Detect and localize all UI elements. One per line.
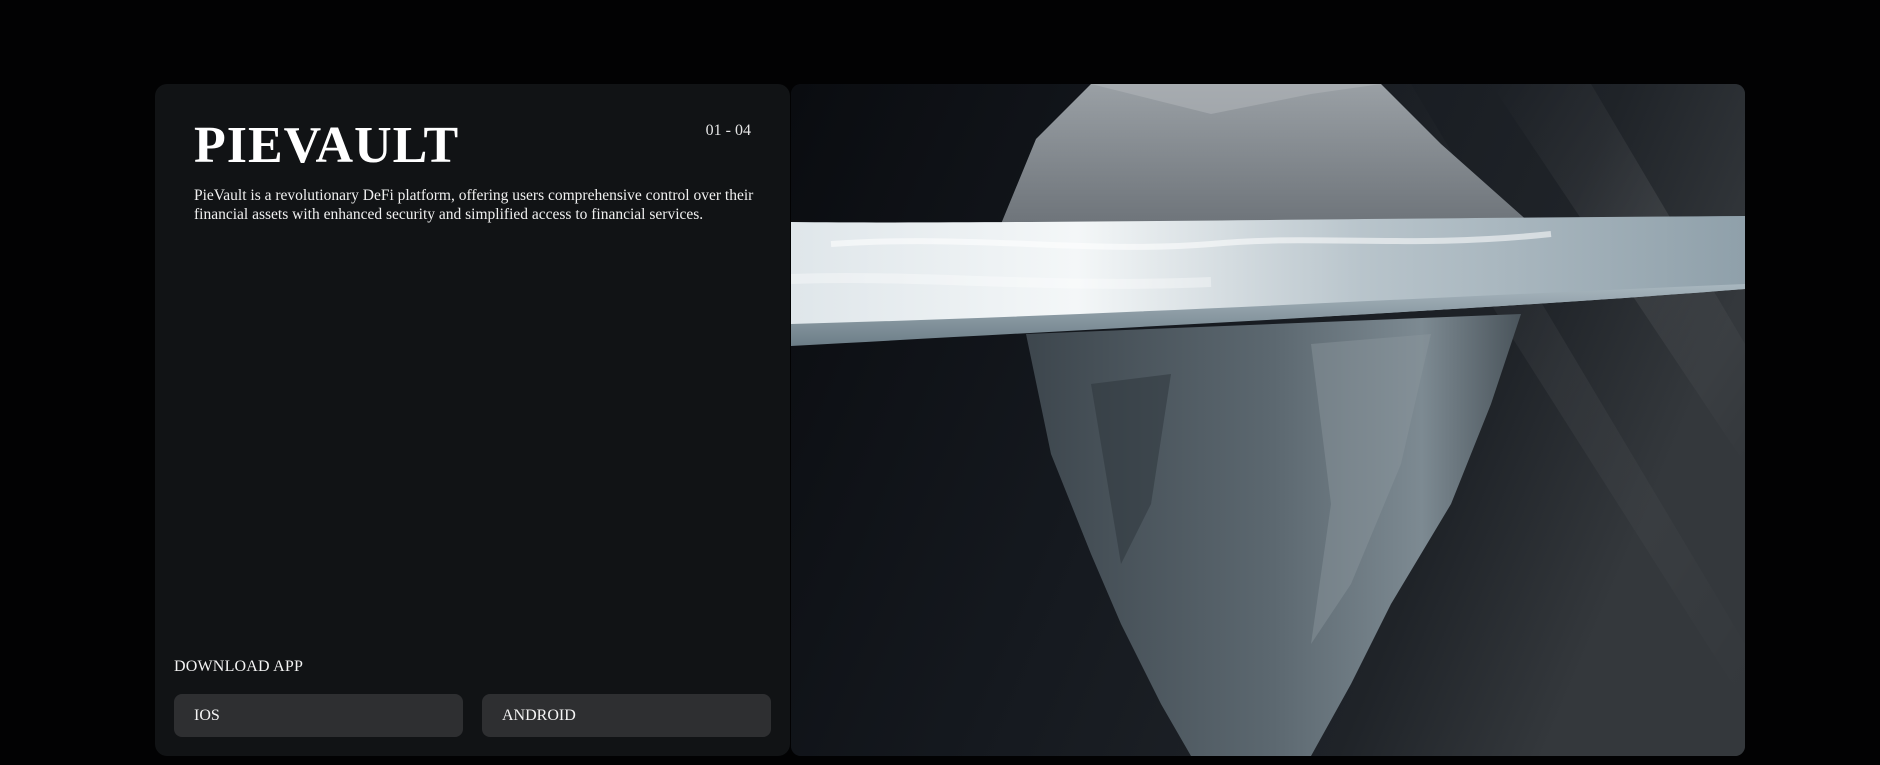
page: PIEVAULT 01 - 04 PieVault is a revolutio… bbox=[0, 0, 1880, 765]
info-card: PIEVAULT 01 - 04 PieVault is a revolutio… bbox=[155, 84, 790, 756]
brand-description: PieVault is a revolutionary DeFi platfor… bbox=[194, 187, 754, 223]
android-download-button[interactable]: ANDROID bbox=[482, 694, 771, 737]
ios-download-button[interactable]: IOS bbox=[174, 694, 463, 737]
download-app-label: DOWNLOAD APP bbox=[174, 658, 304, 675]
iceberg-illustration bbox=[791, 84, 1745, 756]
hero-image bbox=[791, 84, 1745, 756]
brand-title: PIEVAULT bbox=[194, 117, 460, 174]
slide-counter: 01 - 04 bbox=[705, 122, 751, 139]
